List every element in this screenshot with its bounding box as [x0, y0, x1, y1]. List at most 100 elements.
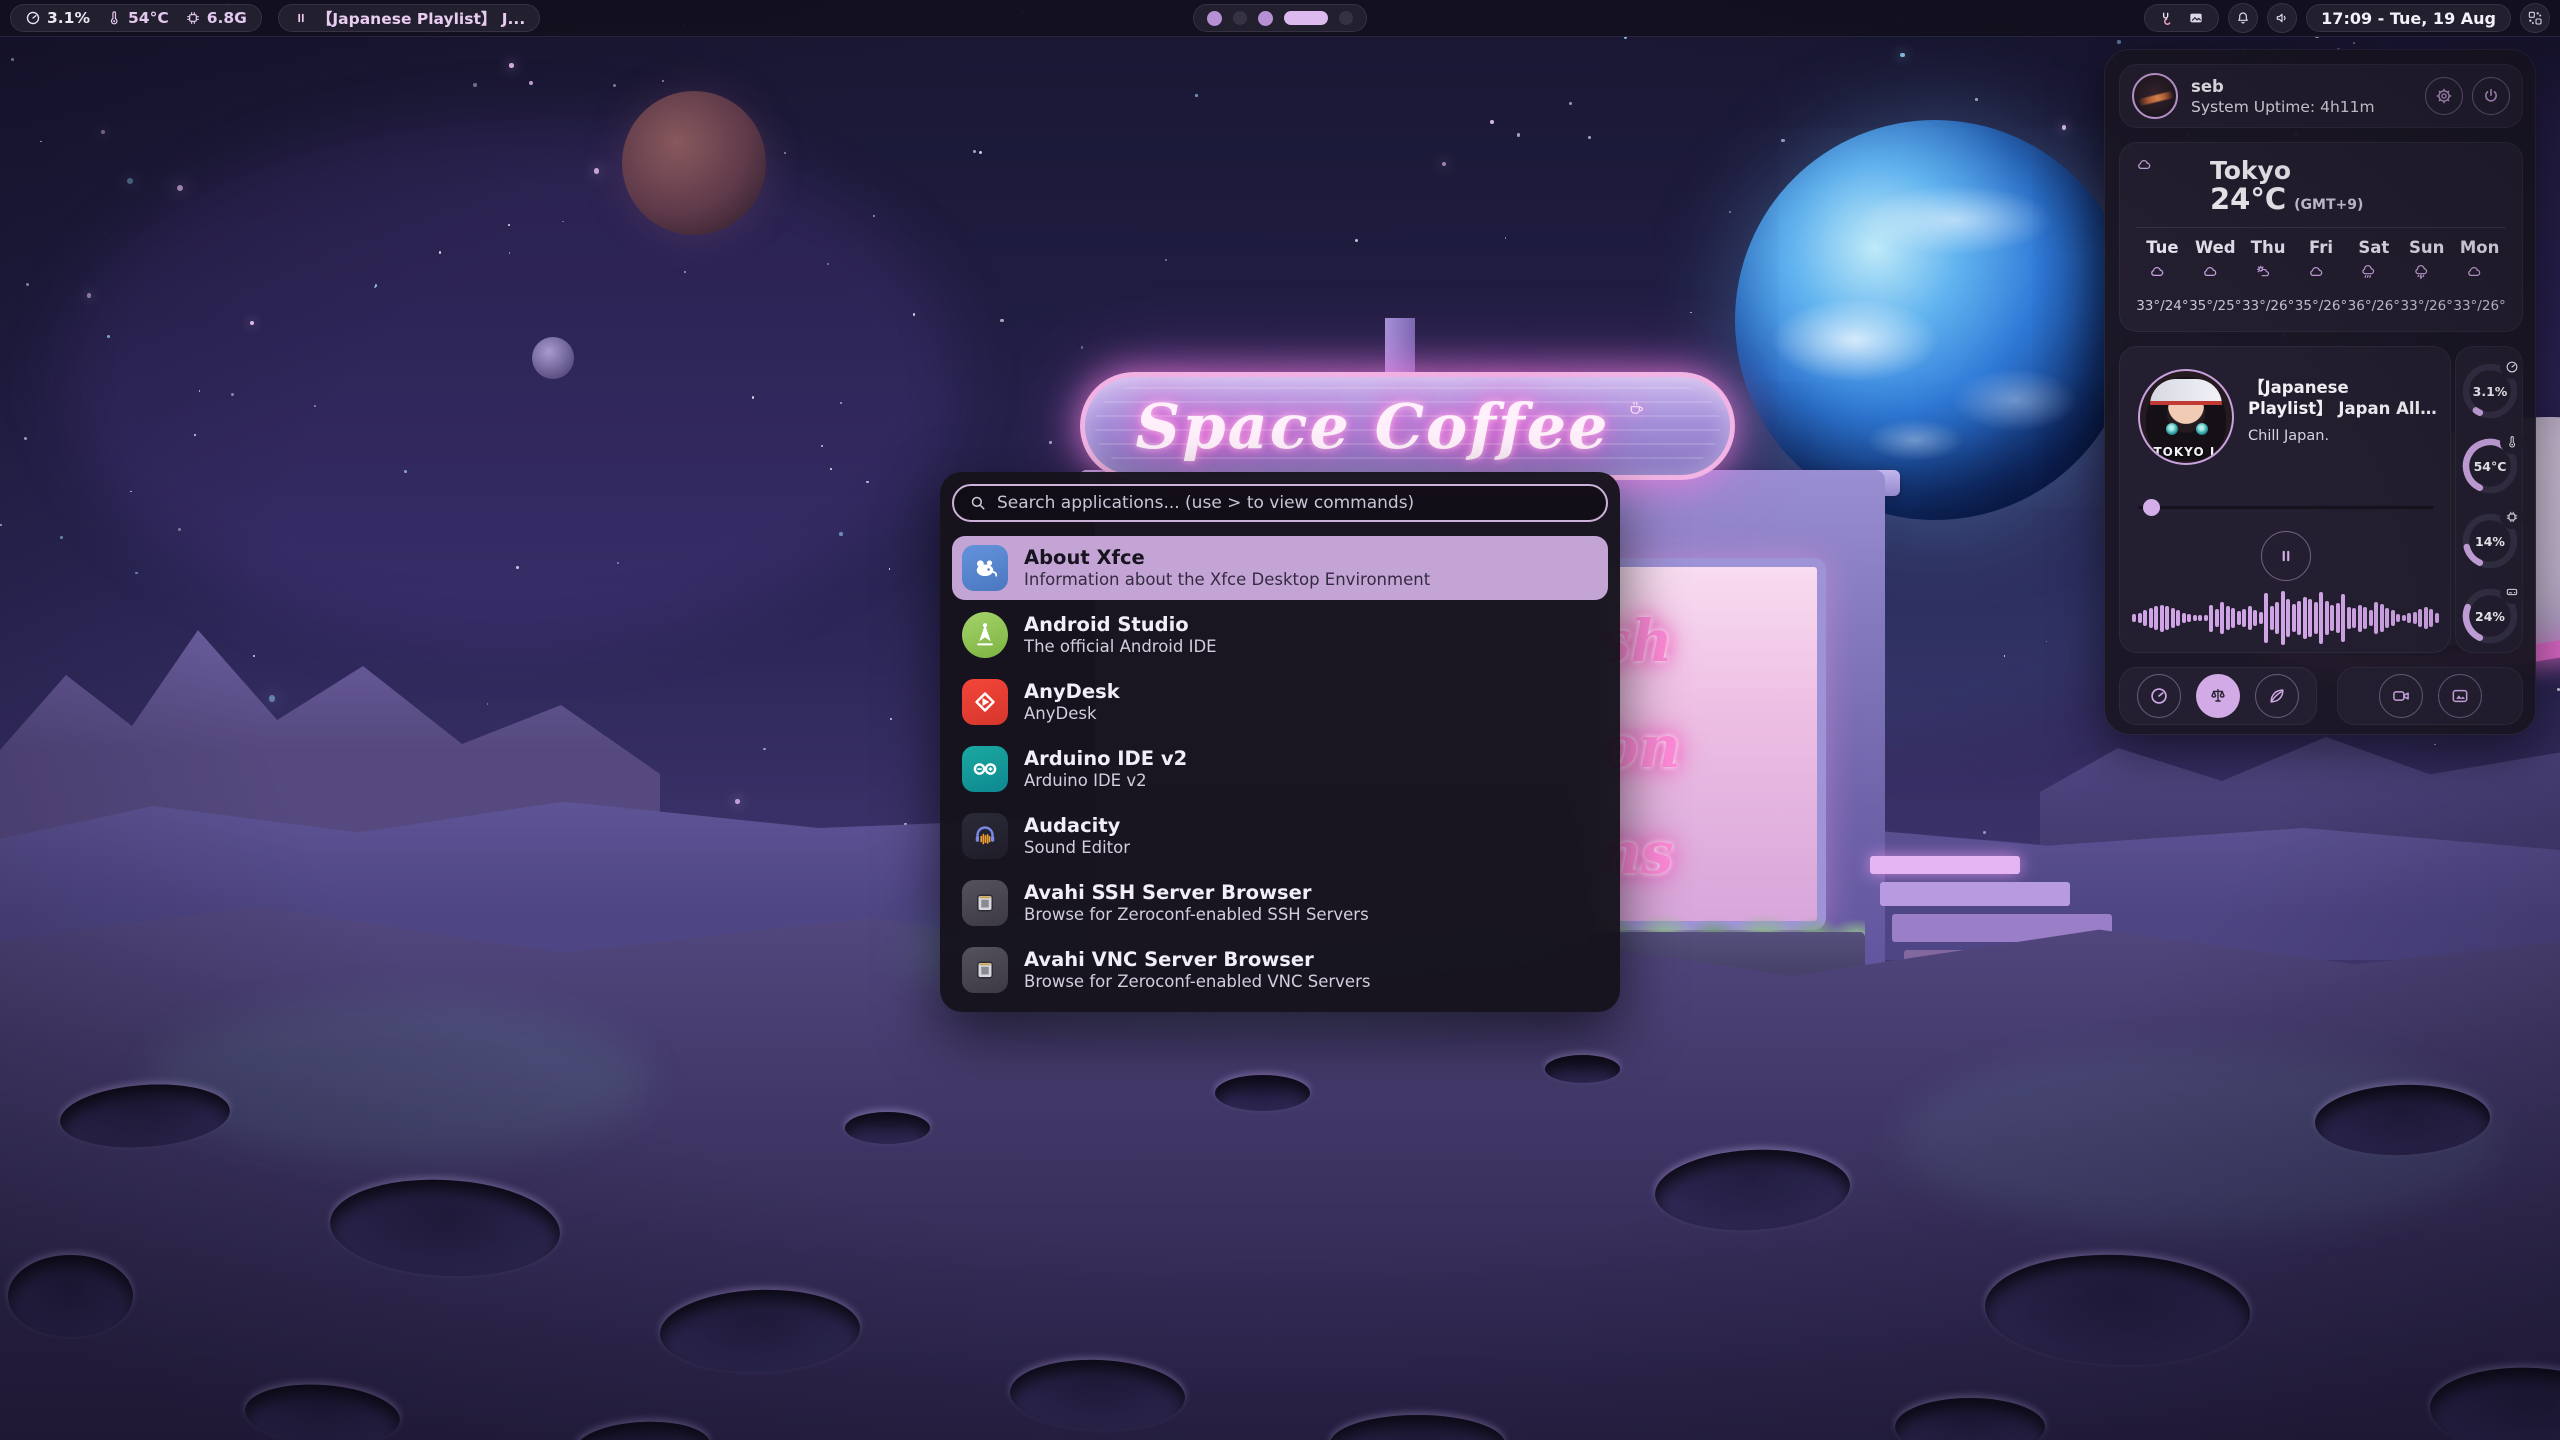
gauge-drive: 24% — [2462, 588, 2518, 644]
album-art-detail — [2196, 423, 2208, 435]
album-art: TOKYO L — [2138, 369, 2234, 465]
video-button[interactable] — [2379, 674, 2423, 718]
visualizer-bar — [2314, 602, 2318, 633]
visualizer-bar — [2352, 608, 2356, 627]
visualizer-bar — [2435, 613, 2439, 624]
leaf-button[interactable] — [2255, 674, 2299, 718]
app-texts: Android StudioThe official Android IDE — [1024, 614, 1217, 657]
visualizer-bar — [2341, 594, 2345, 642]
clock-pill[interactable]: 17:09 - Tue, 19 Aug — [2306, 4, 2511, 32]
workspace-dot-1[interactable] — [1207, 11, 1222, 26]
workspace-dot-4[interactable] — [1284, 11, 1328, 25]
star — [1165, 259, 1167, 261]
weather-timezone: (GMT+9) — [2294, 197, 2363, 213]
gauge-button[interactable] — [2137, 674, 2181, 718]
star — [529, 81, 533, 85]
launcher-item-audacity[interactable]: AudacitySound Editor — [952, 804, 1608, 868]
star — [973, 150, 976, 153]
seek-thumb[interactable] — [2143, 499, 2160, 516]
scales-button[interactable] — [2196, 674, 2240, 718]
star — [127, 178, 133, 184]
visualizer-bar — [2182, 613, 2186, 624]
tray-app-icon[interactable] — [2159, 10, 2175, 26]
star — [2062, 125, 2067, 130]
cloud-icon — [2149, 264, 2176, 291]
system-stats-pill[interactable]: 3.1% 54°C 6.8G — [10, 4, 262, 32]
star — [0, 524, 2, 526]
settings-button[interactable] — [2425, 77, 2463, 115]
arduino-ide-v2-app-icon — [962, 746, 1008, 792]
star — [40, 141, 42, 143]
play-pause-button[interactable] — [2261, 531, 2311, 581]
star — [24, 437, 27, 440]
crater — [1545, 1055, 1620, 1083]
forecast-day: Tue — [2146, 238, 2178, 257]
media-pill[interactable]: 【Japanese Playlist】 J... — [278, 4, 540, 32]
crater — [1215, 1075, 1310, 1111]
visualizer-bar — [2132, 614, 2136, 623]
workspace-dot-3[interactable] — [1258, 11, 1273, 26]
system-tray-pill[interactable] — [2144, 4, 2219, 32]
star — [473, 83, 477, 87]
star — [1049, 441, 1052, 444]
notifications-button[interactable] — [2228, 3, 2258, 33]
visualizer-bar — [2424, 607, 2428, 630]
visualizer-bar — [2402, 615, 2406, 621]
app-texts: Arduino IDE v2Arduino IDE v2 — [1024, 748, 1187, 791]
launcher-item-anydesk[interactable]: AnyDeskAnyDesk — [952, 670, 1608, 734]
search-input[interactable] — [997, 493, 1591, 513]
launcher-item-about-xfce[interactable]: About XfceInformation about the Xfce Des… — [952, 536, 1608, 600]
star — [873, 215, 875, 217]
visualizer-bar — [2336, 603, 2340, 633]
star — [784, 152, 786, 154]
visualizer-bar — [2226, 606, 2230, 630]
app-description: AnyDesk — [1024, 705, 1120, 723]
visualizer-bar — [2270, 606, 2274, 631]
track-artist: Chill Japan. — [2248, 428, 2438, 444]
coffee-cup-icon — [1628, 400, 1680, 452]
memory-icon — [185, 10, 201, 26]
volume-button[interactable] — [2267, 3, 2297, 33]
wallpaper-tray-icon[interactable] — [2188, 10, 2204, 26]
visualizer-bar — [2253, 610, 2257, 626]
gauge-gauge: 3.1% — [2462, 363, 2518, 419]
star — [2557, 688, 2560, 691]
visualizer-bar — [2385, 608, 2389, 629]
launcher-item-android-studio[interactable]: Android StudioThe official Android IDE — [952, 603, 1608, 667]
album-art-detail — [2166, 423, 2178, 435]
visualizer-bar — [2286, 599, 2290, 637]
visualizer-bar — [2407, 613, 2411, 623]
app-grid-button[interactable] — [2520, 3, 2550, 33]
star — [839, 532, 842, 535]
search-bar[interactable] — [952, 484, 1608, 522]
speaker-icon — [2274, 10, 2290, 26]
star — [979, 151, 982, 154]
star — [509, 63, 514, 68]
power-button[interactable] — [2472, 77, 2510, 115]
user-name: seb — [2191, 77, 2375, 96]
workspace-dot-5[interactable] — [1339, 11, 1353, 25]
workspace-dot-2[interactable] — [1233, 11, 1247, 25]
power-profile-card — [2119, 667, 2317, 725]
forecast-temps: 35°/25° — [2189, 298, 2241, 314]
system-uptime: System Uptime: 4h11m — [2191, 98, 2375, 116]
app-list: About XfceInformation about the Xfce Des… — [952, 536, 1608, 1002]
star — [562, 221, 564, 223]
forecast-fri: Fri35°/26° — [2295, 238, 2348, 314]
seek-slider[interactable] — [2138, 499, 2434, 515]
top-bar: 3.1% 54°C 6.8G 【Japanese Playlist】 J... … — [0, 0, 2560, 37]
star — [11, 58, 14, 61]
star — [87, 293, 91, 297]
visualizer-bar — [2281, 591, 2285, 645]
launcher-item-avahi-ssh-server-browser[interactable]: Avahi SSH Server BrowserBrowse for Zeroc… — [952, 871, 1608, 935]
star — [662, 80, 664, 82]
star — [2434, 744, 2436, 746]
screenshot-button[interactable] — [2438, 674, 2482, 718]
forecast-day: Mon — [2460, 238, 2500, 257]
launcher-item-avahi-vnc-server-browser[interactable]: Avahi VNC Server BrowserBrowse for Zeroc… — [952, 938, 1608, 1002]
storm-icon — [2413, 264, 2440, 291]
star — [1490, 120, 1494, 124]
visualizer-bar — [2264, 593, 2268, 643]
visualizer-bar — [2347, 607, 2351, 630]
launcher-item-arduino-ide-v2[interactable]: Arduino IDE v2Arduino IDE v2 — [952, 737, 1608, 801]
